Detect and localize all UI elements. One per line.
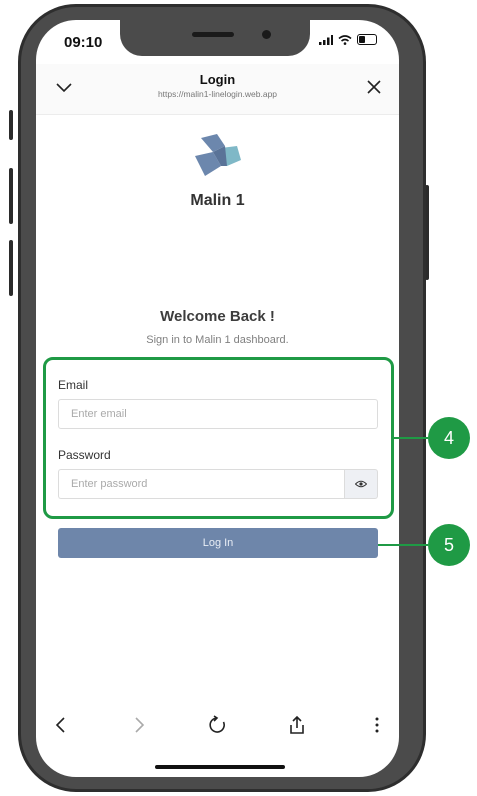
home-indicator	[155, 765, 285, 769]
close-icon[interactable]	[365, 78, 383, 96]
status-time: 09:10	[64, 34, 103, 51]
browser-header: Login https://malin1-linelogin.web.app	[36, 64, 399, 115]
volume-up-button	[9, 168, 13, 224]
wifi-icon	[338, 34, 352, 45]
page-url: https://malin1-linelogin.web.app	[157, 89, 278, 99]
malin-logo-icon	[195, 134, 241, 176]
browser-toolbar	[36, 710, 399, 740]
login-button[interactable]: Log In	[58, 528, 378, 558]
battery-icon	[357, 34, 377, 45]
signal-icon	[319, 34, 333, 45]
callout-5-line	[378, 544, 428, 546]
status-icons	[319, 34, 377, 45]
brand-name: Malin 1	[190, 192, 245, 209]
reload-icon[interactable]	[206, 714, 228, 736]
page-title: Login	[199, 72, 236, 87]
volume-down-button	[9, 240, 13, 296]
speaker	[192, 32, 234, 37]
callout-5-badge: 5	[428, 524, 470, 566]
back-icon[interactable]	[50, 714, 72, 736]
callout-4-badge: 4	[428, 417, 470, 459]
form-highlight-box	[43, 357, 394, 519]
mute-switch	[9, 110, 13, 140]
forward-icon[interactable]	[128, 714, 150, 736]
notch	[120, 20, 310, 56]
callout-4-line	[392, 437, 428, 439]
share-icon[interactable]	[286, 714, 308, 736]
welcome-subtitle: Sign in to Malin 1 dashboard.	[146, 334, 289, 346]
welcome-title: Welcome Back !	[160, 308, 275, 325]
more-icon[interactable]	[366, 714, 388, 736]
camera	[262, 30, 271, 39]
